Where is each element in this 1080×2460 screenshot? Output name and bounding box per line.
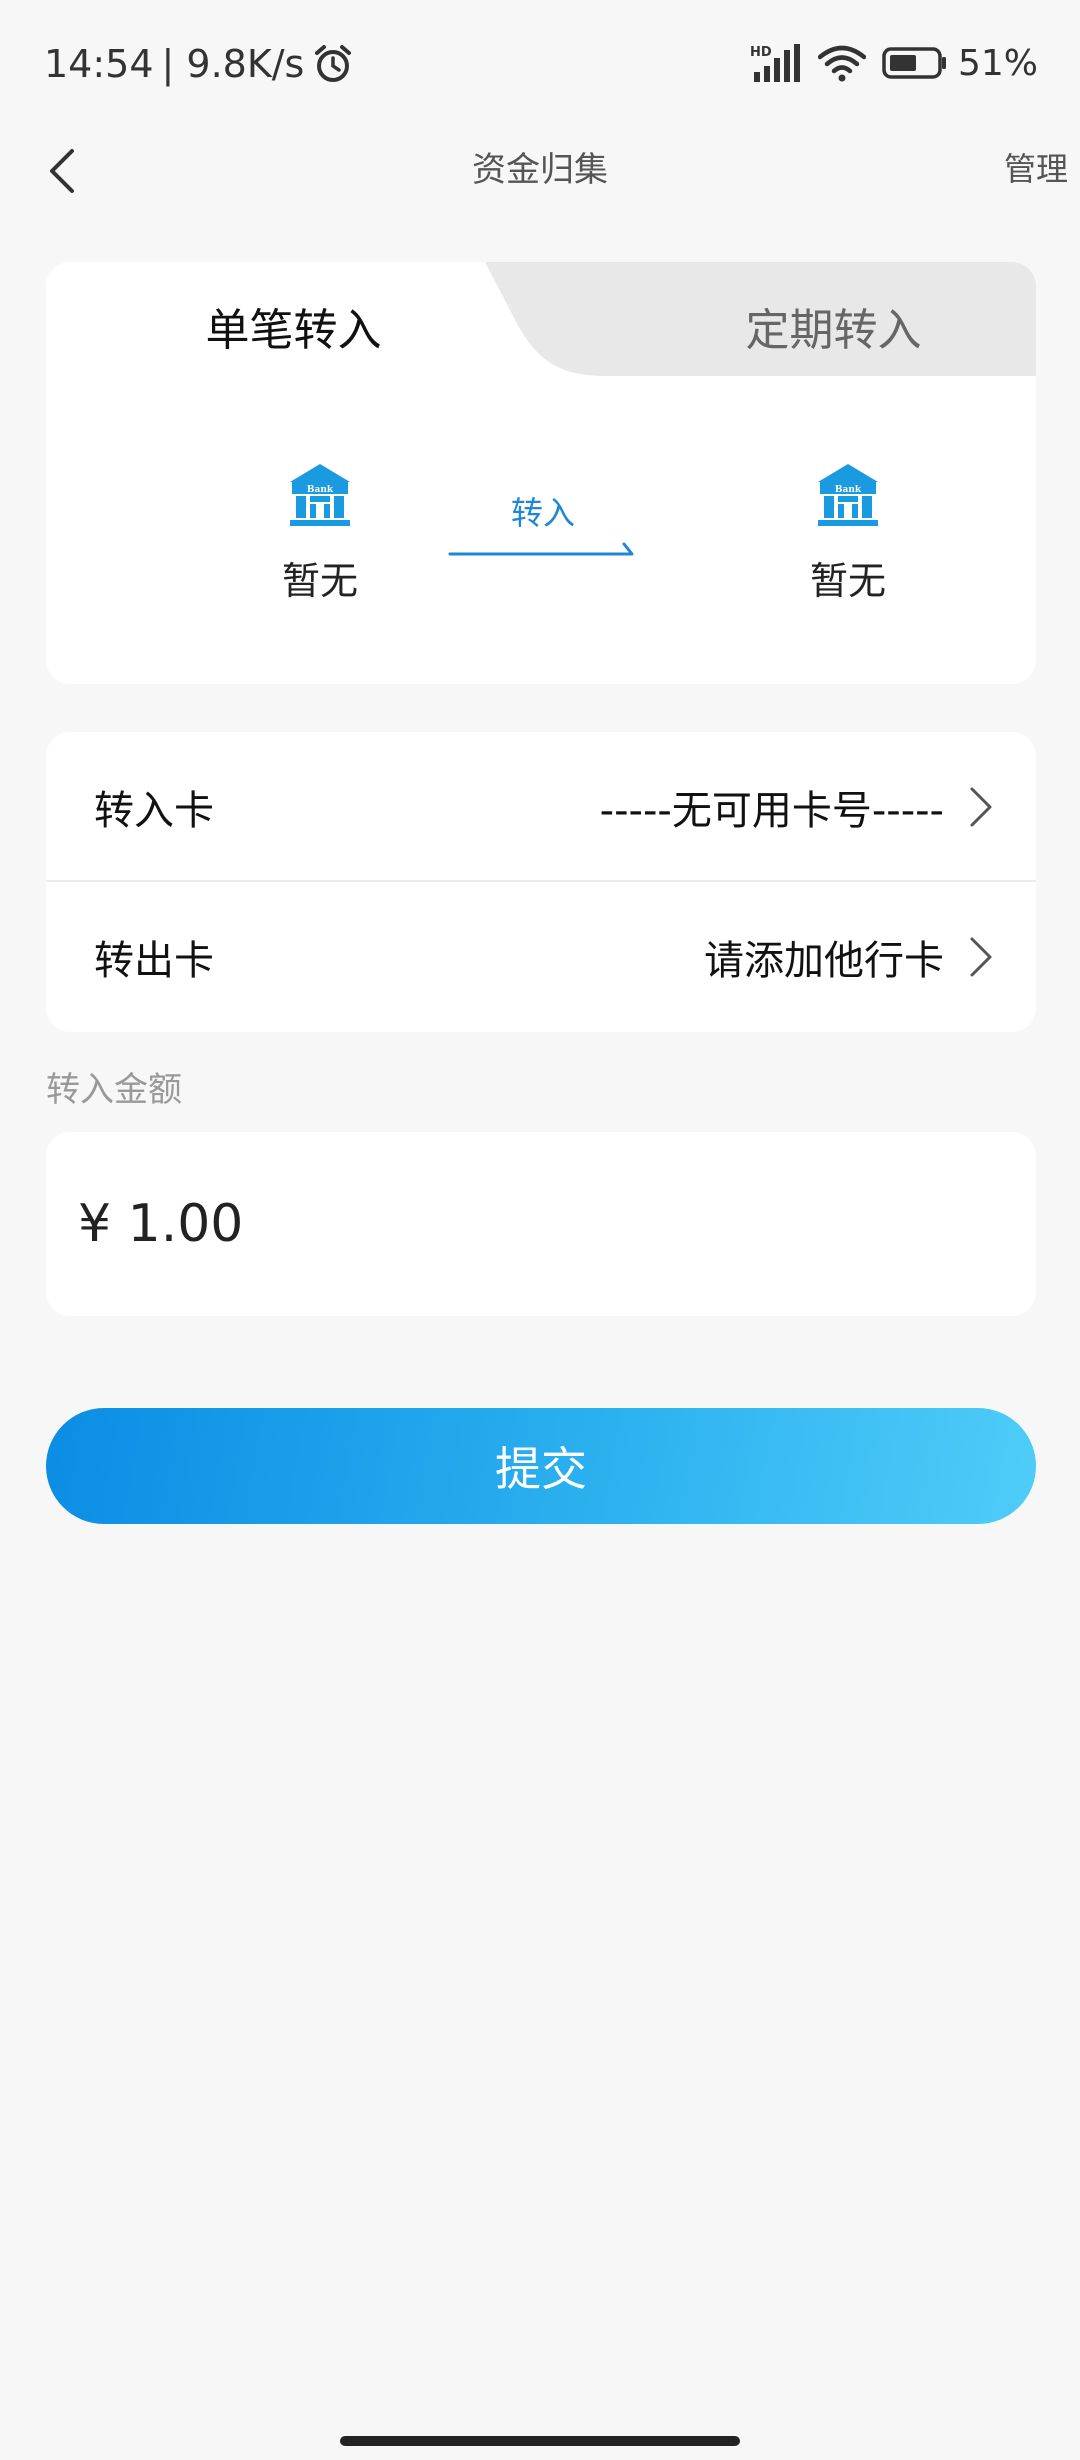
arrow-right-icon bbox=[448, 542, 634, 556]
amount-input[interactable]: ¥ 1.00 bbox=[46, 1132, 1036, 1316]
transfer-out-card-value: 请添加他行卡 bbox=[704, 938, 944, 984]
signal-icon: HD bbox=[750, 44, 800, 82]
from-bank: Bank 暂无 bbox=[220, 462, 420, 605]
transfer-in-card-row[interactable]: 转入卡 -----无可用卡号----- bbox=[46, 732, 1036, 882]
status-net-speed: | 9.8K/s bbox=[161, 42, 305, 86]
status-right: HD 51% bbox=[750, 42, 1038, 84]
transfer-out-card-row[interactable]: 转出卡 请添加他行卡 bbox=[46, 882, 1036, 1032]
transfer-in-card-label: 转入卡 bbox=[94, 788, 214, 834]
svg-text:Bank: Bank bbox=[307, 485, 334, 495]
svg-text:HD: HD bbox=[750, 45, 772, 60]
submit-button[interactable]: 提交 bbox=[46, 1408, 1036, 1524]
bank-icon: Bank bbox=[290, 464, 350, 526]
transfer-in-card-value: -----无可用卡号----- bbox=[599, 788, 944, 834]
battery-icon bbox=[882, 47, 946, 79]
amount-label: 转入金额 bbox=[46, 1070, 182, 1110]
tab-single-transfer[interactable]: 单笔转入 bbox=[46, 262, 541, 376]
status-bar: 14:54 | 9.8K/s HD 51% bbox=[0, 0, 1080, 132]
transfer-arrow-label: 转入 bbox=[510, 494, 575, 532]
chevron-right-icon bbox=[970, 787, 992, 827]
page-title: 资金归集 bbox=[472, 150, 608, 190]
status-left: 14:54 | 9.8K/s bbox=[44, 42, 354, 86]
chevron-right-icon bbox=[970, 937, 992, 977]
nav-bar: 资金归集 管理 bbox=[0, 132, 1080, 262]
to-bank-name: 暂无 bbox=[809, 559, 886, 603]
wifi-icon bbox=[817, 45, 866, 82]
tab-scheduled-transfer[interactable]: 定期转入 bbox=[586, 262, 1036, 376]
transfer-out-card-label: 转出卡 bbox=[94, 938, 214, 984]
home-indicator[interactable] bbox=[340, 2436, 740, 2446]
alarm-icon bbox=[315, 45, 352, 82]
status-time: 14:54 bbox=[44, 42, 154, 86]
transfer-card: 单笔转入 定期转入 Bank 暂无 转入 Bank 暂无 bbox=[46, 262, 1036, 684]
amount-value: ¥ 1.00 bbox=[78, 1194, 244, 1254]
transfer-direction: 转入 bbox=[448, 488, 638, 560]
from-bank-name: 暂无 bbox=[281, 559, 358, 603]
bank-icon: Bank bbox=[818, 464, 878, 526]
svg-text:Bank: Bank bbox=[835, 485, 862, 495]
to-bank: Bank 暂无 bbox=[748, 462, 948, 605]
manage-button[interactable]: 管理 bbox=[1004, 144, 1068, 190]
battery-percent: 51% bbox=[957, 42, 1038, 84]
card-selection-group: 转入卡 -----无可用卡号----- 转出卡 请添加他行卡 bbox=[46, 732, 1036, 1032]
